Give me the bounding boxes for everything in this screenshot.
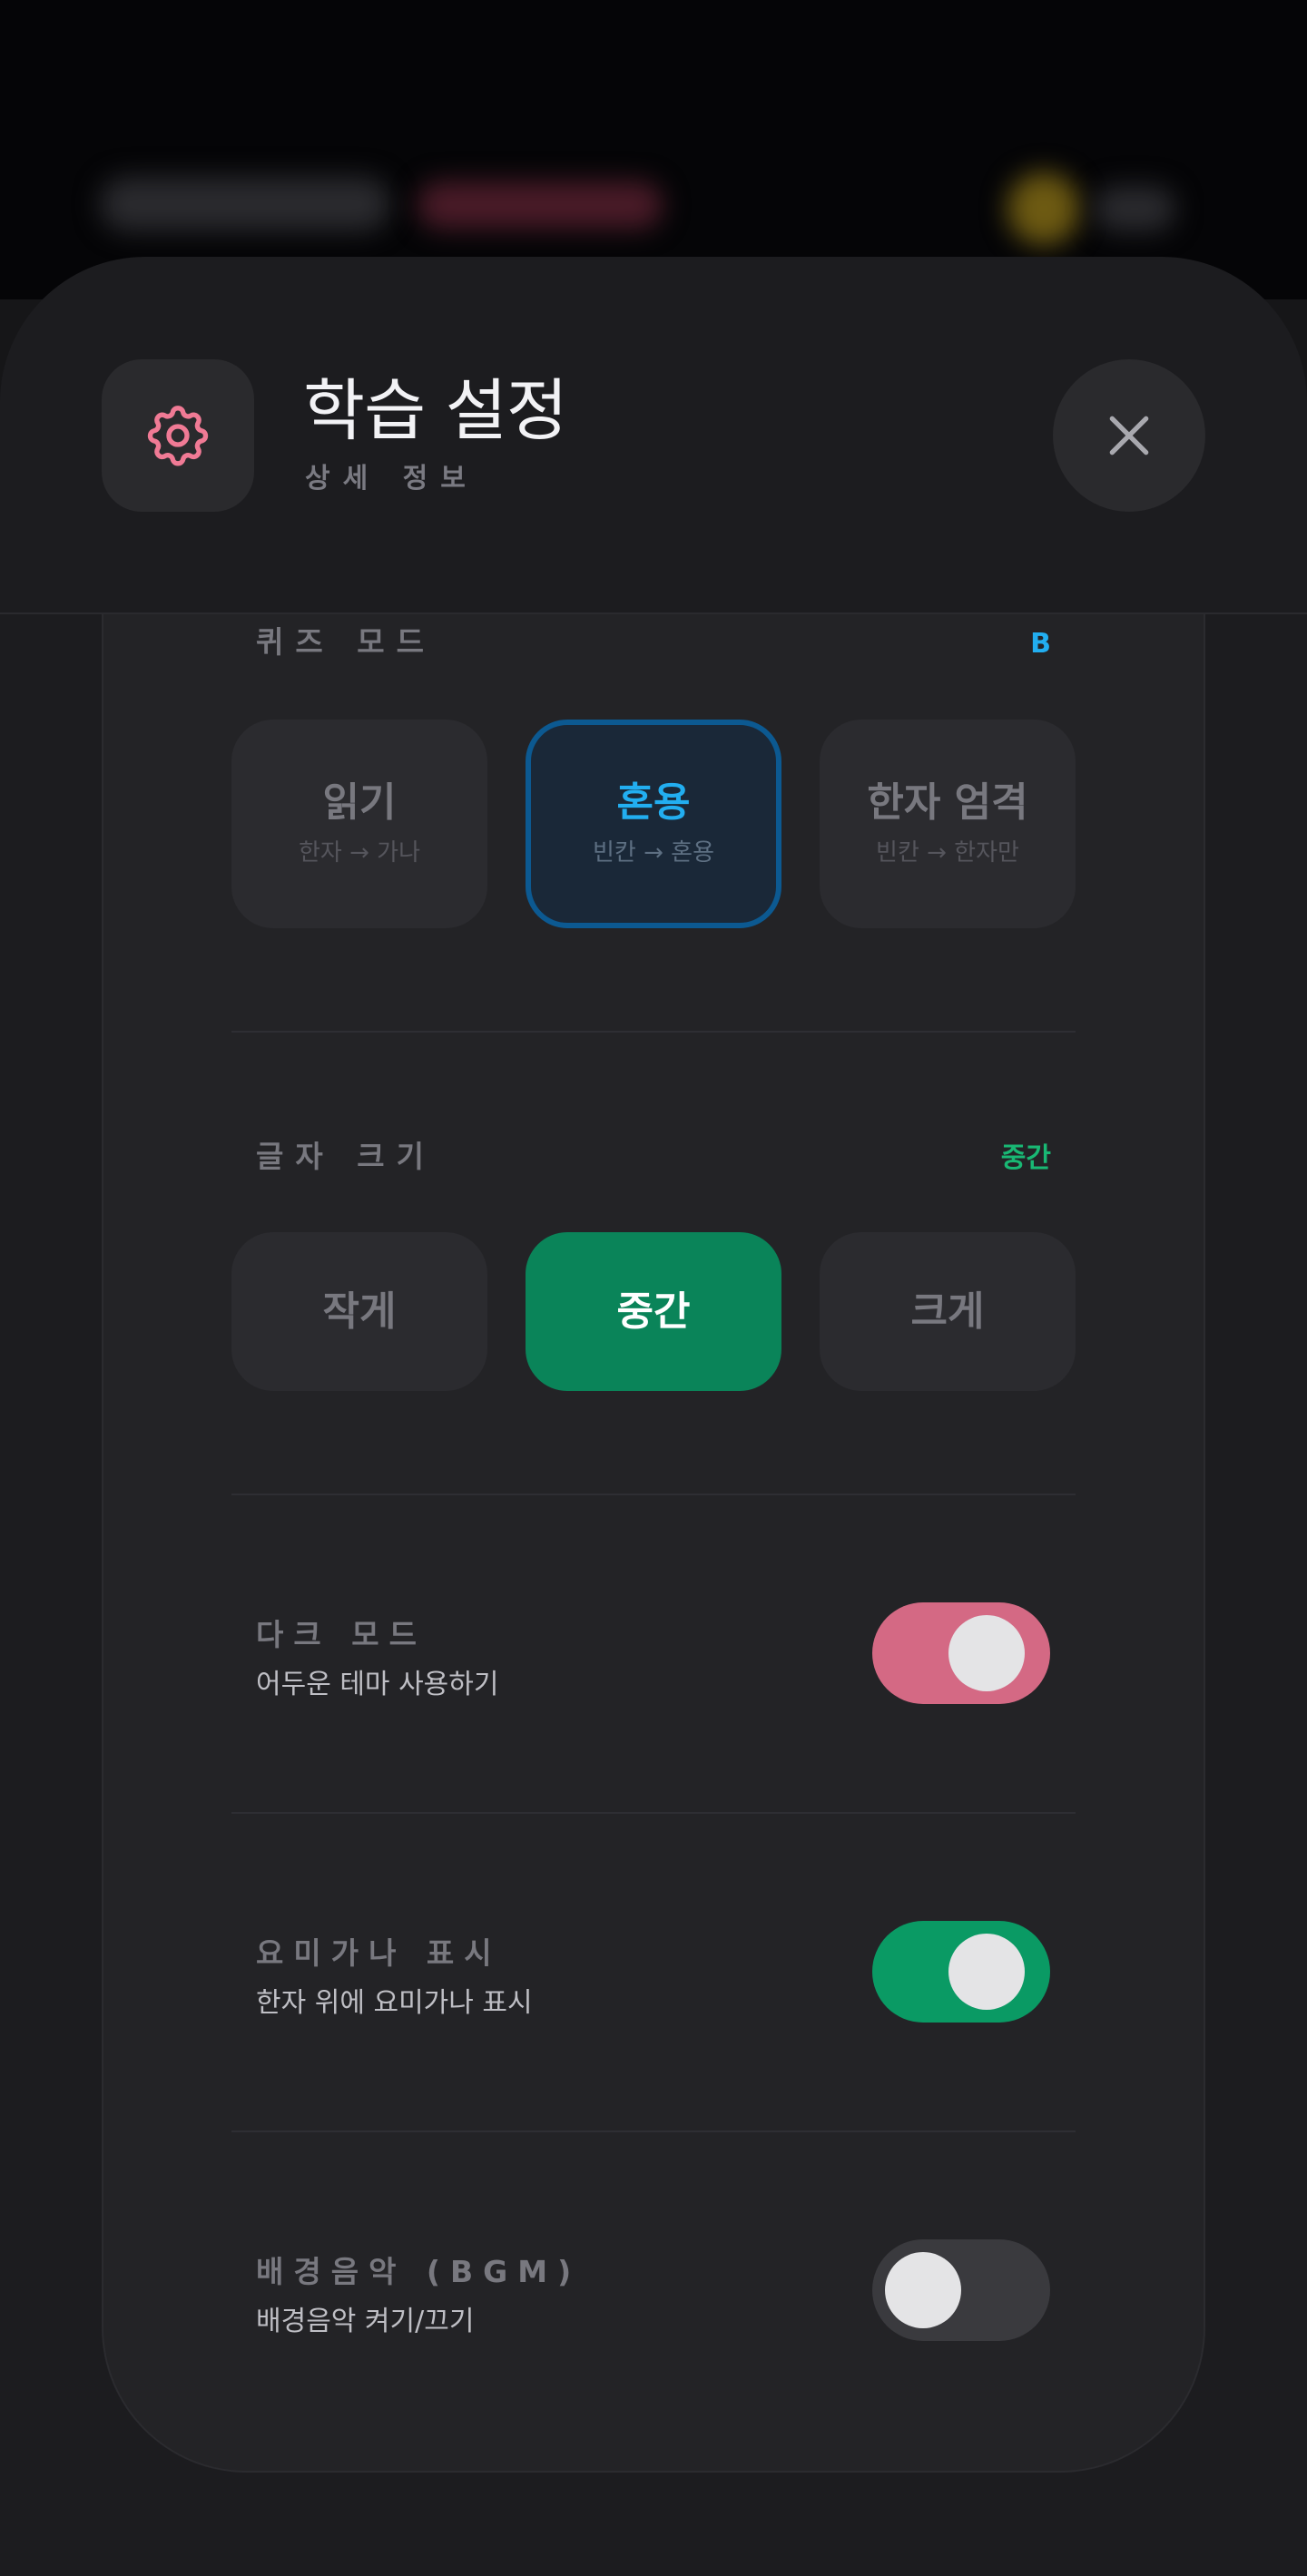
- toggle-knob: [885, 2252, 961, 2328]
- bgm-title: 배경음악 (BGM): [256, 2254, 582, 2289]
- blurred-element: [1094, 186, 1175, 231]
- blurred-element: [418, 181, 663, 229]
- quiz-mode-badge: B: [1030, 628, 1051, 660]
- bgm-description: 배경음악 켜기/끄기: [256, 2306, 475, 2337]
- close-button[interactable]: [1053, 359, 1205, 512]
- font-size-badge: 중간: [1000, 1142, 1051, 1174]
- font-size-large[interactable]: 크게: [820, 1232, 1076, 1391]
- header-divider: [0, 612, 1307, 614]
- gear-icon: [147, 406, 209, 466]
- option-title: 작게: [322, 1288, 397, 1335]
- settings-icon-box: [102, 359, 254, 512]
- option-subtitle: 빈칸 → 혼용: [593, 839, 714, 867]
- divider: [231, 1031, 1076, 1033]
- toggle-knob: [948, 1934, 1025, 2010]
- yomigana-title: 요미가나 표시: [256, 1935, 502, 1971]
- toggle-knob: [948, 1615, 1025, 1691]
- option-title: 혼용: [616, 779, 691, 826]
- blurred-element: [1007, 172, 1080, 245]
- page-title: 학습 설정: [303, 372, 568, 450]
- divider: [231, 2130, 1076, 2132]
- dark-mode-title: 다크 모드: [256, 1617, 427, 1652]
- quiz-option-mixed[interactable]: 혼용 빈칸 → 혼용: [526, 720, 781, 928]
- font-size-medium[interactable]: 중간: [526, 1232, 781, 1391]
- font-size-label: 글자 크기: [256, 1139, 436, 1174]
- close-icon: [1109, 416, 1149, 455]
- quiz-mode-label: 퀴즈 모드: [256, 624, 436, 660]
- font-size-small[interactable]: 작게: [231, 1232, 487, 1391]
- divider: [231, 1812, 1076, 1814]
- option-title: 한자 엄격: [867, 779, 1028, 826]
- blurred-element: [100, 177, 390, 231]
- yomigana-toggle[interactable]: [872, 1921, 1050, 2023]
- dark-mode-description: 어두운 테마 사용하기: [256, 1669, 499, 1700]
- divider: [231, 1494, 1076, 1495]
- quiz-option-hanja-strict[interactable]: 한자 엄격 빈칸 → 한자만: [820, 720, 1076, 928]
- option-title: 중간: [616, 1288, 691, 1335]
- option-subtitle: 한자 → 가나: [299, 839, 420, 867]
- background-app-blurred: [0, 0, 1307, 299]
- option-title: 크게: [910, 1288, 985, 1335]
- option-title: 읽기: [322, 779, 397, 826]
- dark-mode-toggle[interactable]: [872, 1602, 1050, 1704]
- quiz-option-reading[interactable]: 읽기 한자 → 가나: [231, 720, 487, 928]
- page-subtitle: 상세 정보: [305, 463, 478, 495]
- option-subtitle: 빈칸 → 한자만: [876, 839, 1019, 867]
- bgm-toggle[interactable]: [872, 2239, 1050, 2341]
- yomigana-description: 한자 위에 요미가나 표시: [256, 1987, 533, 2019]
